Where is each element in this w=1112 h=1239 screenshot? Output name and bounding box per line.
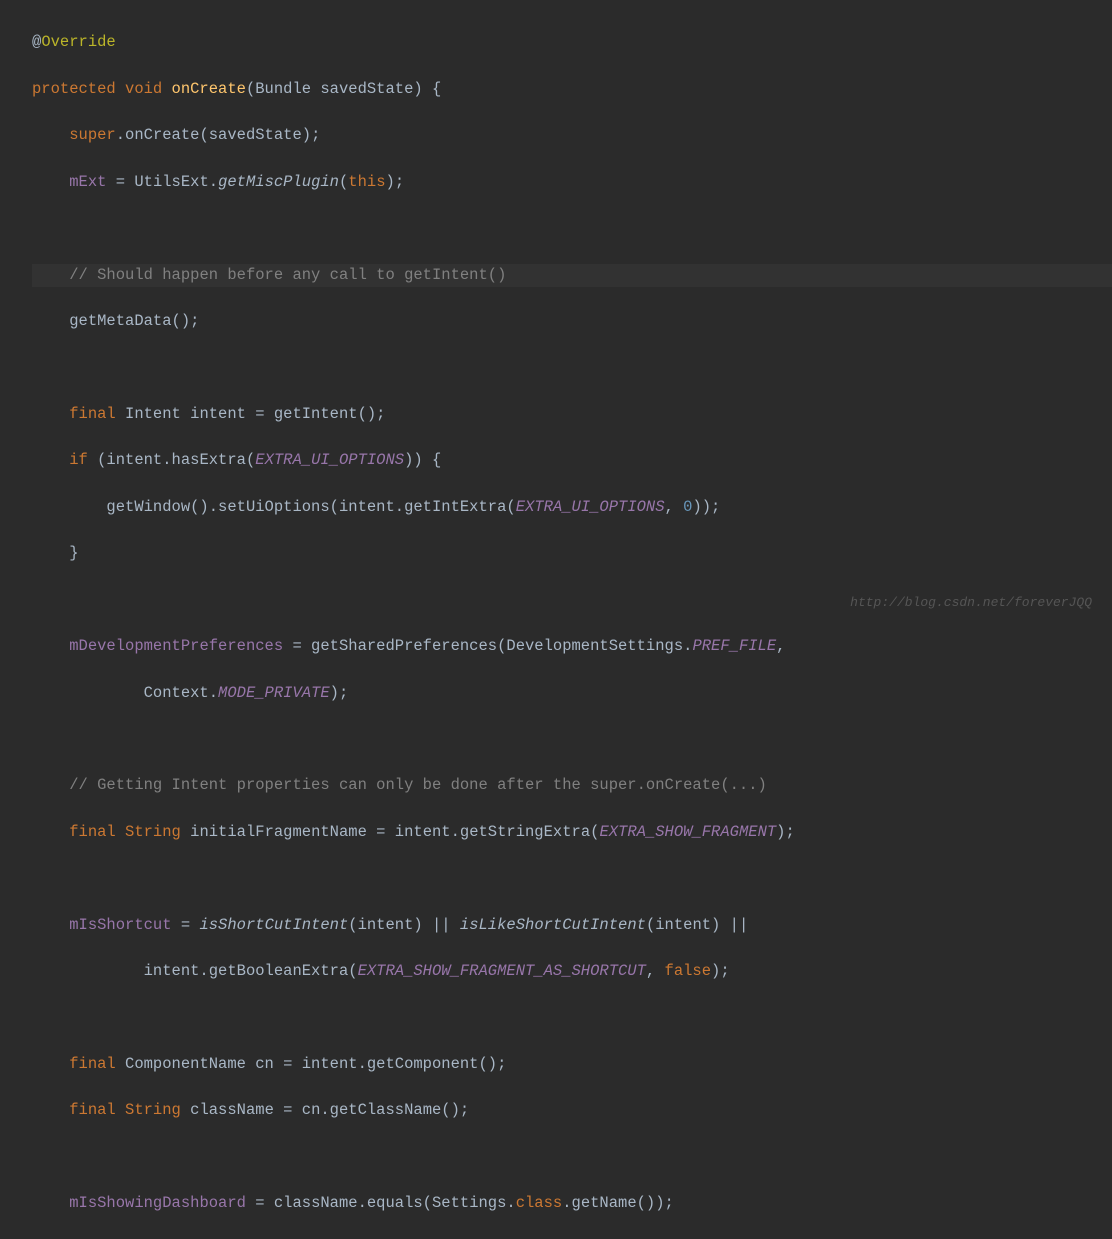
code-text: Intent intent = getIntent();: [125, 405, 385, 423]
keyword-if: if: [69, 451, 97, 469]
code-text: getWindow().setUiOptions(intent.getIntEx…: [106, 498, 515, 516]
field-name: mIsShowingDashboard: [69, 1194, 246, 1212]
constant: EXTRA_UI_OPTIONS: [255, 451, 404, 469]
constant: EXTRA_UI_OPTIONS: [516, 498, 665, 516]
field-name: mDevelopmentPreferences: [69, 637, 283, 655]
type-string: String: [125, 823, 190, 841]
code-line: final Intent intent = getIntent();: [32, 403, 1112, 426]
code-line: protected void onCreate(Bundle savedStat…: [32, 78, 1112, 101]
annotation-name: Override: [41, 33, 115, 51]
code-line: final String className = cn.getClassName…: [32, 1099, 1112, 1122]
field-name: mIsShortcut: [69, 916, 171, 934]
code-text: .onCreate(savedState);: [116, 126, 321, 144]
code-line-highlighted: // Should happen before any call to getI…: [32, 264, 1112, 287]
code-text: className = cn.getClassName();: [190, 1101, 469, 1119]
code-text: initialFragmentName = intent.getStringEx…: [190, 823, 599, 841]
code-text: }: [69, 544, 78, 562]
code-line: [32, 1007, 1112, 1030]
code-text: ,: [776, 637, 785, 655]
code-text: );: [711, 962, 730, 980]
code-line: [32, 357, 1112, 380]
code-line: [32, 728, 1112, 751]
code-text: (intent) ||: [348, 916, 460, 934]
code-text: (Bundle savedState) {: [246, 80, 441, 98]
code-line: [32, 217, 1112, 240]
code-line: }: [32, 542, 1112, 565]
code-text: = UtilsExt.: [106, 173, 218, 191]
field-name: mExt: [69, 173, 106, 191]
code-line: Context.MODE_PRIVATE);: [32, 682, 1112, 705]
code-text: ,: [665, 498, 684, 516]
code-line: mExt = UtilsExt.getMiscPlugin(this);: [32, 171, 1112, 194]
code-text: ,: [646, 962, 665, 980]
type-string: String: [125, 1101, 190, 1119]
code-line: mDevelopmentPreferences = getSharedPrefe…: [32, 635, 1112, 658]
code-text: .getName());: [562, 1194, 674, 1212]
code-line: final String initialFragmentName = inten…: [32, 821, 1112, 844]
code-line: mIsShortcut = isShortCutIntent(intent) |…: [32, 914, 1112, 937]
watermark-text: http://blog.csdn.net/foreverJQQ: [850, 593, 1092, 613]
code-line: // Getting Intent properties can only be…: [32, 774, 1112, 797]
keyword-super: super: [69, 126, 116, 144]
code-text: );: [386, 173, 405, 191]
code-text: = className.equals(Settings.: [246, 1194, 516, 1212]
code-line: [32, 867, 1112, 890]
static-method: getMiscPlugin: [218, 173, 339, 191]
comment: // Should happen before any call to getI…: [69, 266, 506, 284]
code-editor[interactable]: @Override protected void onCreate(Bundle…: [0, 8, 1112, 1239]
code-text: (: [339, 173, 348, 191]
code-text: (intent) ||: [646, 916, 748, 934]
keyword-final: final: [69, 1055, 125, 1073]
code-line: intent.getBooleanExtra(EXTRA_SHOW_FRAGME…: [32, 960, 1112, 983]
code-text: intent.getBooleanExtra(: [144, 962, 358, 980]
comment: // Getting Intent properties can only be…: [69, 776, 767, 794]
code-text: ));: [692, 498, 720, 516]
annotation-at: @: [32, 33, 41, 51]
keyword-class: class: [516, 1194, 563, 1212]
code-line: [32, 1146, 1112, 1169]
code-line: final ComponentName cn = intent.getCompo…: [32, 1053, 1112, 1076]
code-text: = getSharedPreferences(DevelopmentSettin…: [283, 637, 692, 655]
method-name: onCreate: [172, 80, 246, 98]
keyword-void: void: [125, 80, 172, 98]
code-text: ComponentName cn = intent.getComponent()…: [125, 1055, 506, 1073]
code-text: );: [776, 823, 795, 841]
keyword-this: this: [348, 173, 385, 191]
code-line: getMetaData();: [32, 310, 1112, 333]
code-line: getWindow().setUiOptions(intent.getIntEx…: [32, 496, 1112, 519]
keyword-final: final: [69, 1101, 125, 1119]
code-text: Context.: [144, 684, 218, 702]
constant: EXTRA_SHOW_FRAGMENT_AS_SHORTCUT: [358, 962, 646, 980]
code-text: );: [330, 684, 349, 702]
code-text: (intent.hasExtra(: [97, 451, 255, 469]
constant: EXTRA_SHOW_FRAGMENT: [599, 823, 776, 841]
code-line: @Override: [32, 31, 1112, 54]
constant: MODE_PRIVATE: [218, 684, 330, 702]
static-method: isLikeShortCutIntent: [460, 916, 646, 934]
constant: PREF_FILE: [692, 637, 776, 655]
keyword-final: final: [69, 823, 125, 841]
code-line: mIsShowingDashboard = className.equals(S…: [32, 1192, 1112, 1215]
keyword-final: final: [69, 405, 125, 423]
keyword-false: false: [665, 962, 712, 980]
code-text: )) {: [404, 451, 441, 469]
code-line: if (intent.hasExtra(EXTRA_UI_OPTIONS)) {: [32, 449, 1112, 472]
static-method: isShortCutIntent: [199, 916, 348, 934]
code-text: =: [172, 916, 200, 934]
code-text: getMetaData();: [69, 312, 199, 330]
code-line: super.onCreate(savedState);: [32, 124, 1112, 147]
keyword-protected: protected: [32, 80, 125, 98]
